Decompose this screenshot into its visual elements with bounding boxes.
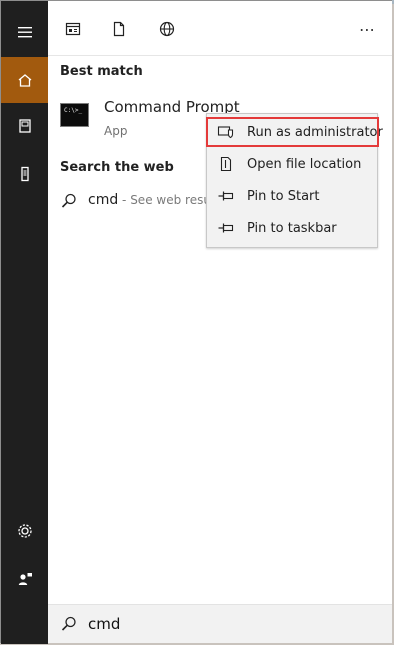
calendar-icon — [65, 22, 81, 36]
notebook-button[interactable] — [1, 103, 48, 149]
gear-icon — [17, 524, 32, 538]
highlight-box — [206, 117, 379, 147]
search-box[interactable]: cmd — [48, 604, 392, 643]
user-feedback-icon — [18, 573, 32, 585]
documents-filter-button[interactable] — [106, 16, 132, 42]
menu-item-pin-to-start[interactable]: Pin to Start — [207, 181, 377, 211]
search-web-heading: Search the web — [60, 160, 174, 175]
settings-button[interactable] — [1, 508, 48, 554]
search-icon — [61, 193, 76, 208]
result-subtitle: App — [104, 124, 128, 138]
device-button[interactable] — [1, 151, 48, 197]
context-menu: Run as administrator Open file location … — [206, 113, 383, 248]
menu-item-label: Pin to taskbar — [247, 220, 337, 236]
menu-item-pin-to-taskbar[interactable]: Pin to taskbar — [207, 213, 377, 243]
pin-icon — [217, 220, 235, 236]
web-query-suffix: - See web resu — [118, 193, 211, 207]
menu-item-label: Pin to Start — [247, 188, 320, 204]
file-location-icon — [217, 156, 235, 172]
best-match-heading: Best match — [60, 64, 143, 79]
menu-item-label: Open file location — [247, 156, 362, 172]
home-icon — [18, 74, 31, 87]
apps-filter-button[interactable] — [60, 16, 86, 42]
filter-toolbar: ⋯ — [48, 1, 392, 56]
home-button[interactable] — [1, 57, 48, 103]
left-rail — [1, 1, 48, 644]
more-options-button[interactable]: ⋯ — [354, 16, 380, 42]
menu-button[interactable] — [1, 9, 48, 55]
search-icon — [61, 616, 76, 631]
pin-icon — [217, 188, 235, 204]
menu-item-open-file-location[interactable]: Open file location — [207, 149, 377, 179]
user-button[interactable] — [1, 556, 48, 602]
search-results-pane: ⋯ Best match C:\>_ Command Prompt App Se… — [48, 1, 392, 643]
notebook-icon — [18, 119, 31, 133]
hamburger-icon — [17, 27, 32, 38]
document-icon — [113, 21, 125, 37]
web-query-text: cmd - See web resu — [88, 192, 211, 208]
globe-icon — [159, 21, 175, 37]
web-filter-button[interactable] — [154, 16, 180, 42]
tower-icon — [20, 166, 29, 182]
start-menu-window: ⋯ Best match C:\>_ Command Prompt App Se… — [0, 0, 392, 644]
command-prompt-icon: C:\>_ — [60, 103, 89, 127]
web-query-term: cmd — [88, 192, 119, 208]
search-input[interactable]: cmd — [88, 615, 120, 633]
